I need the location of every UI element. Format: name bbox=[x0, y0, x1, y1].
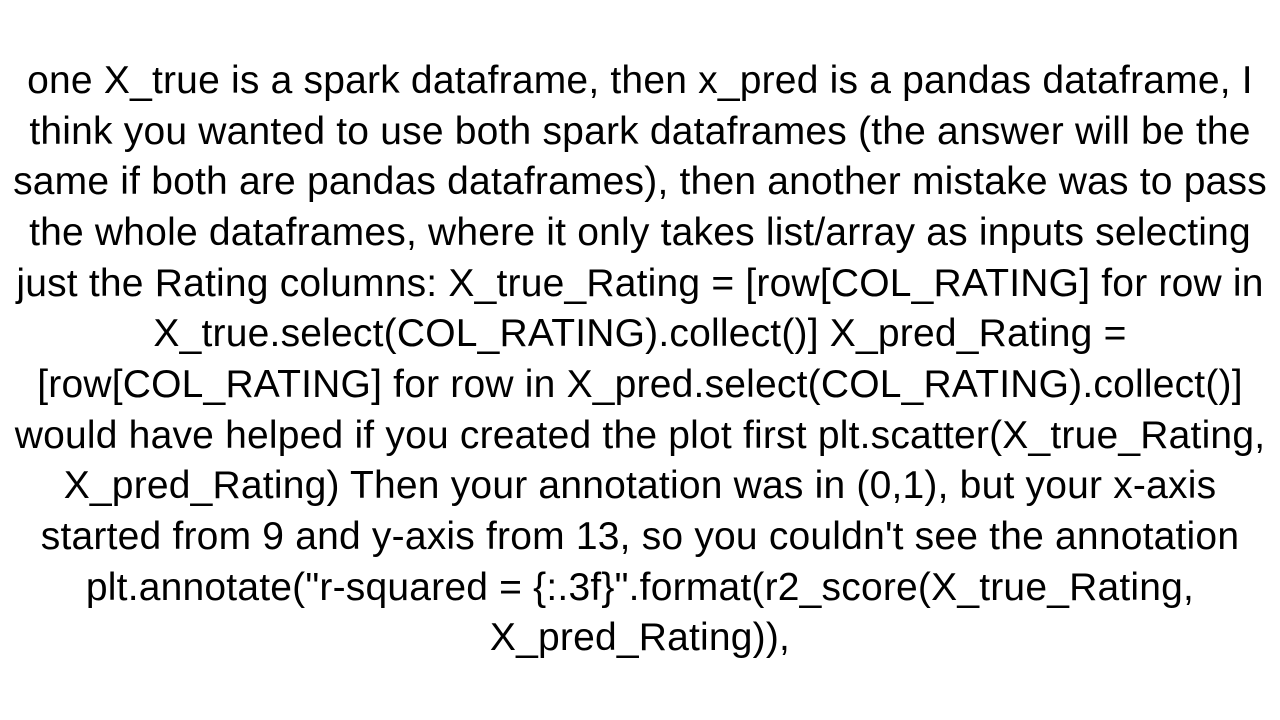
body-text-paragraph: one X_true is a spark dataframe, then x_… bbox=[10, 56, 1270, 664]
